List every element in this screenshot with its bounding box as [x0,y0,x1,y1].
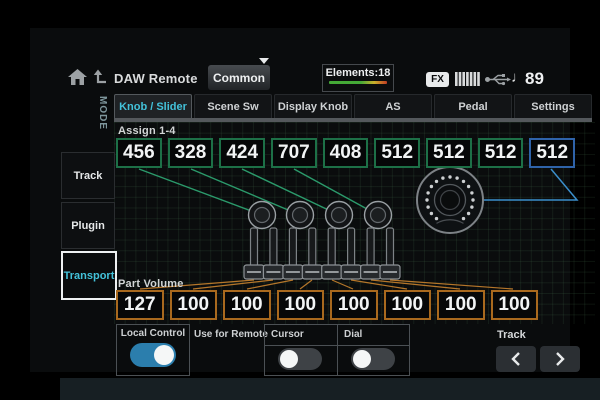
tab-as[interactable]: AS [354,94,432,118]
home-icon[interactable] [68,69,87,86]
mode-label: MODE [97,96,108,130]
tempo-value: 89 [525,69,544,89]
assign-section-label: Assign 1-4 [118,125,176,137]
track-next-button[interactable] [540,346,580,372]
chevron-down-icon [259,58,269,64]
part-volume-5[interactable]: 100 [330,290,378,320]
assign-value-1[interactable]: 456 [116,138,162,168]
tab-display-knob[interactable]: Display Knob [274,94,352,118]
elements-meter-bar [329,81,387,84]
part-volume-row: 127 100 100 100 100 100 100 100 [116,290,538,320]
part-volume-7[interactable]: 100 [437,290,485,320]
tab-scene-sw[interactable]: Scene Sw [194,94,272,118]
part-volume-section-label: Part Volume [118,278,184,290]
lcd-panel: DAW Remote Common Elements:18 FX [30,28,570,372]
assign-value-3[interactable]: 424 [219,138,265,168]
local-control-label: Local Control [121,328,185,339]
toggle-knob [353,350,371,368]
sidebar-item-transport[interactable]: Transport [61,251,117,300]
assign-value-4[interactable]: 707 [271,138,317,168]
toggle-knob [154,345,174,365]
track-previous-button[interactable] [496,346,536,372]
assign-value-row: 456 328 424 707 408 512 512 512 512 [116,138,575,168]
chevron-left-icon [510,351,522,367]
part-volume-8[interactable]: 100 [491,290,539,320]
sidebar-item-track[interactable]: Track [61,152,115,199]
cell-divider [337,325,338,375]
tempo-note-icon: ♩ [511,69,526,86]
chevron-right-icon [554,351,566,367]
assign-value-8[interactable]: 512 [478,138,524,168]
common-button-label: Common [213,71,265,85]
keyboard-status-icon [455,72,480,87]
bottom-bezel-strip [60,378,600,400]
assign-value-5[interactable]: 408 [323,138,369,168]
up-level-icon[interactable] [93,69,109,85]
sidebar-item-plugin[interactable]: Plugin [61,202,115,249]
tab-knob-slider[interactable]: Knob / Slider [114,94,192,118]
cursor-dial-cell: Cursor Dial [264,324,410,376]
usb-status-icon [485,73,511,86]
toggle-knob [280,350,298,368]
tab-pedal[interactable]: Pedal [434,94,512,118]
part-volume-3[interactable]: 100 [223,290,271,320]
assign-value-6[interactable]: 512 [374,138,420,168]
track-nav-label: Track [497,329,526,341]
tab-settings[interactable]: Settings [514,94,592,118]
part-volume-1[interactable]: 127 [116,290,164,320]
assign-value-2[interactable]: 328 [168,138,214,168]
part-volume-2[interactable]: 100 [170,290,218,320]
common-part-button[interactable]: Common [208,65,270,90]
cell-divider [265,345,409,346]
dial-label: Dial [344,329,362,340]
cursor-label: Cursor [271,329,304,340]
daw-remote-screen: DAW Remote Common Elements:18 FX [0,0,600,400]
local-control-toggle[interactable] [130,343,176,367]
page-title: DAW Remote [114,71,198,86]
part-volume-6[interactable]: 100 [384,290,432,320]
elements-badge-label: Elements:18 [326,67,391,79]
elements-badge[interactable]: Elements:18 [322,64,394,92]
part-volume-4[interactable]: 100 [277,290,325,320]
tab-divider-bar [114,118,592,122]
assign-value-9-selected[interactable]: 512 [529,138,575,168]
fx-label: FX [431,74,444,85]
dial-toggle[interactable] [351,348,395,370]
fx-status-icon: FX [426,72,449,87]
assign-value-7[interactable]: 512 [426,138,472,168]
cursor-toggle[interactable] [278,348,322,370]
use-for-remote-label: Use for Remote [194,329,268,340]
tab-bar: Knob / Slider Scene Sw Display Knob AS P… [114,94,592,118]
local-control-cell: Local Control [116,324,190,376]
